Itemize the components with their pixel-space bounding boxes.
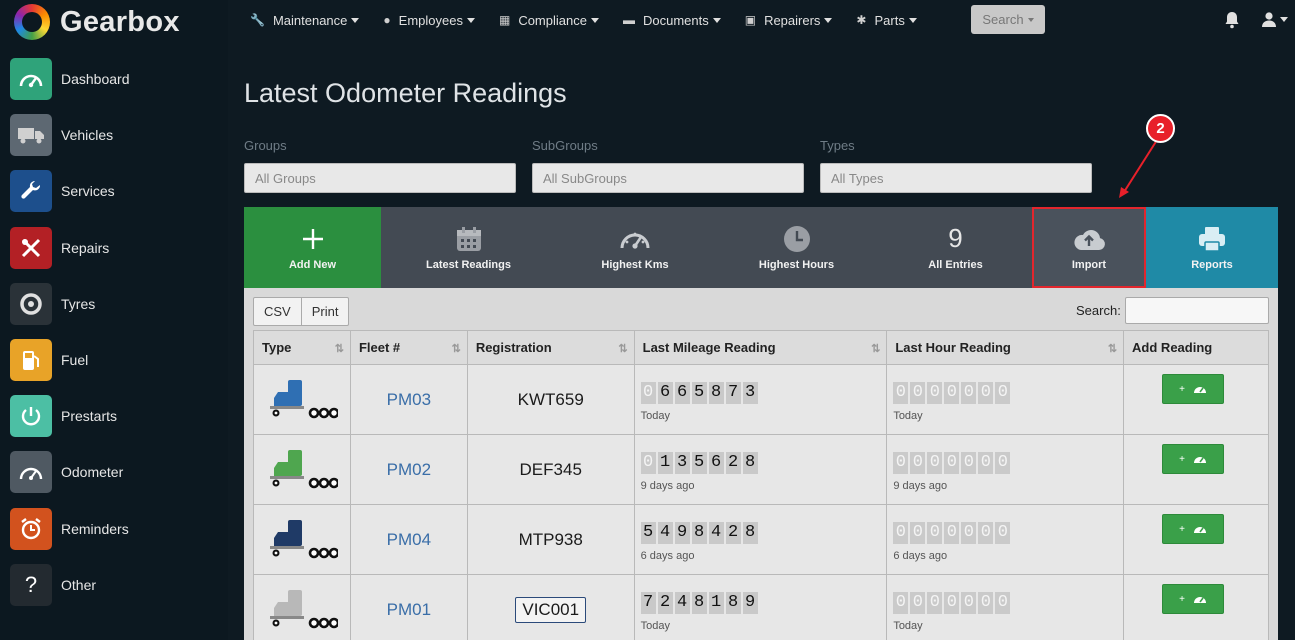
step-marker: 2: [1146, 114, 1175, 143]
annotation-arrow: [1119, 139, 1158, 198]
